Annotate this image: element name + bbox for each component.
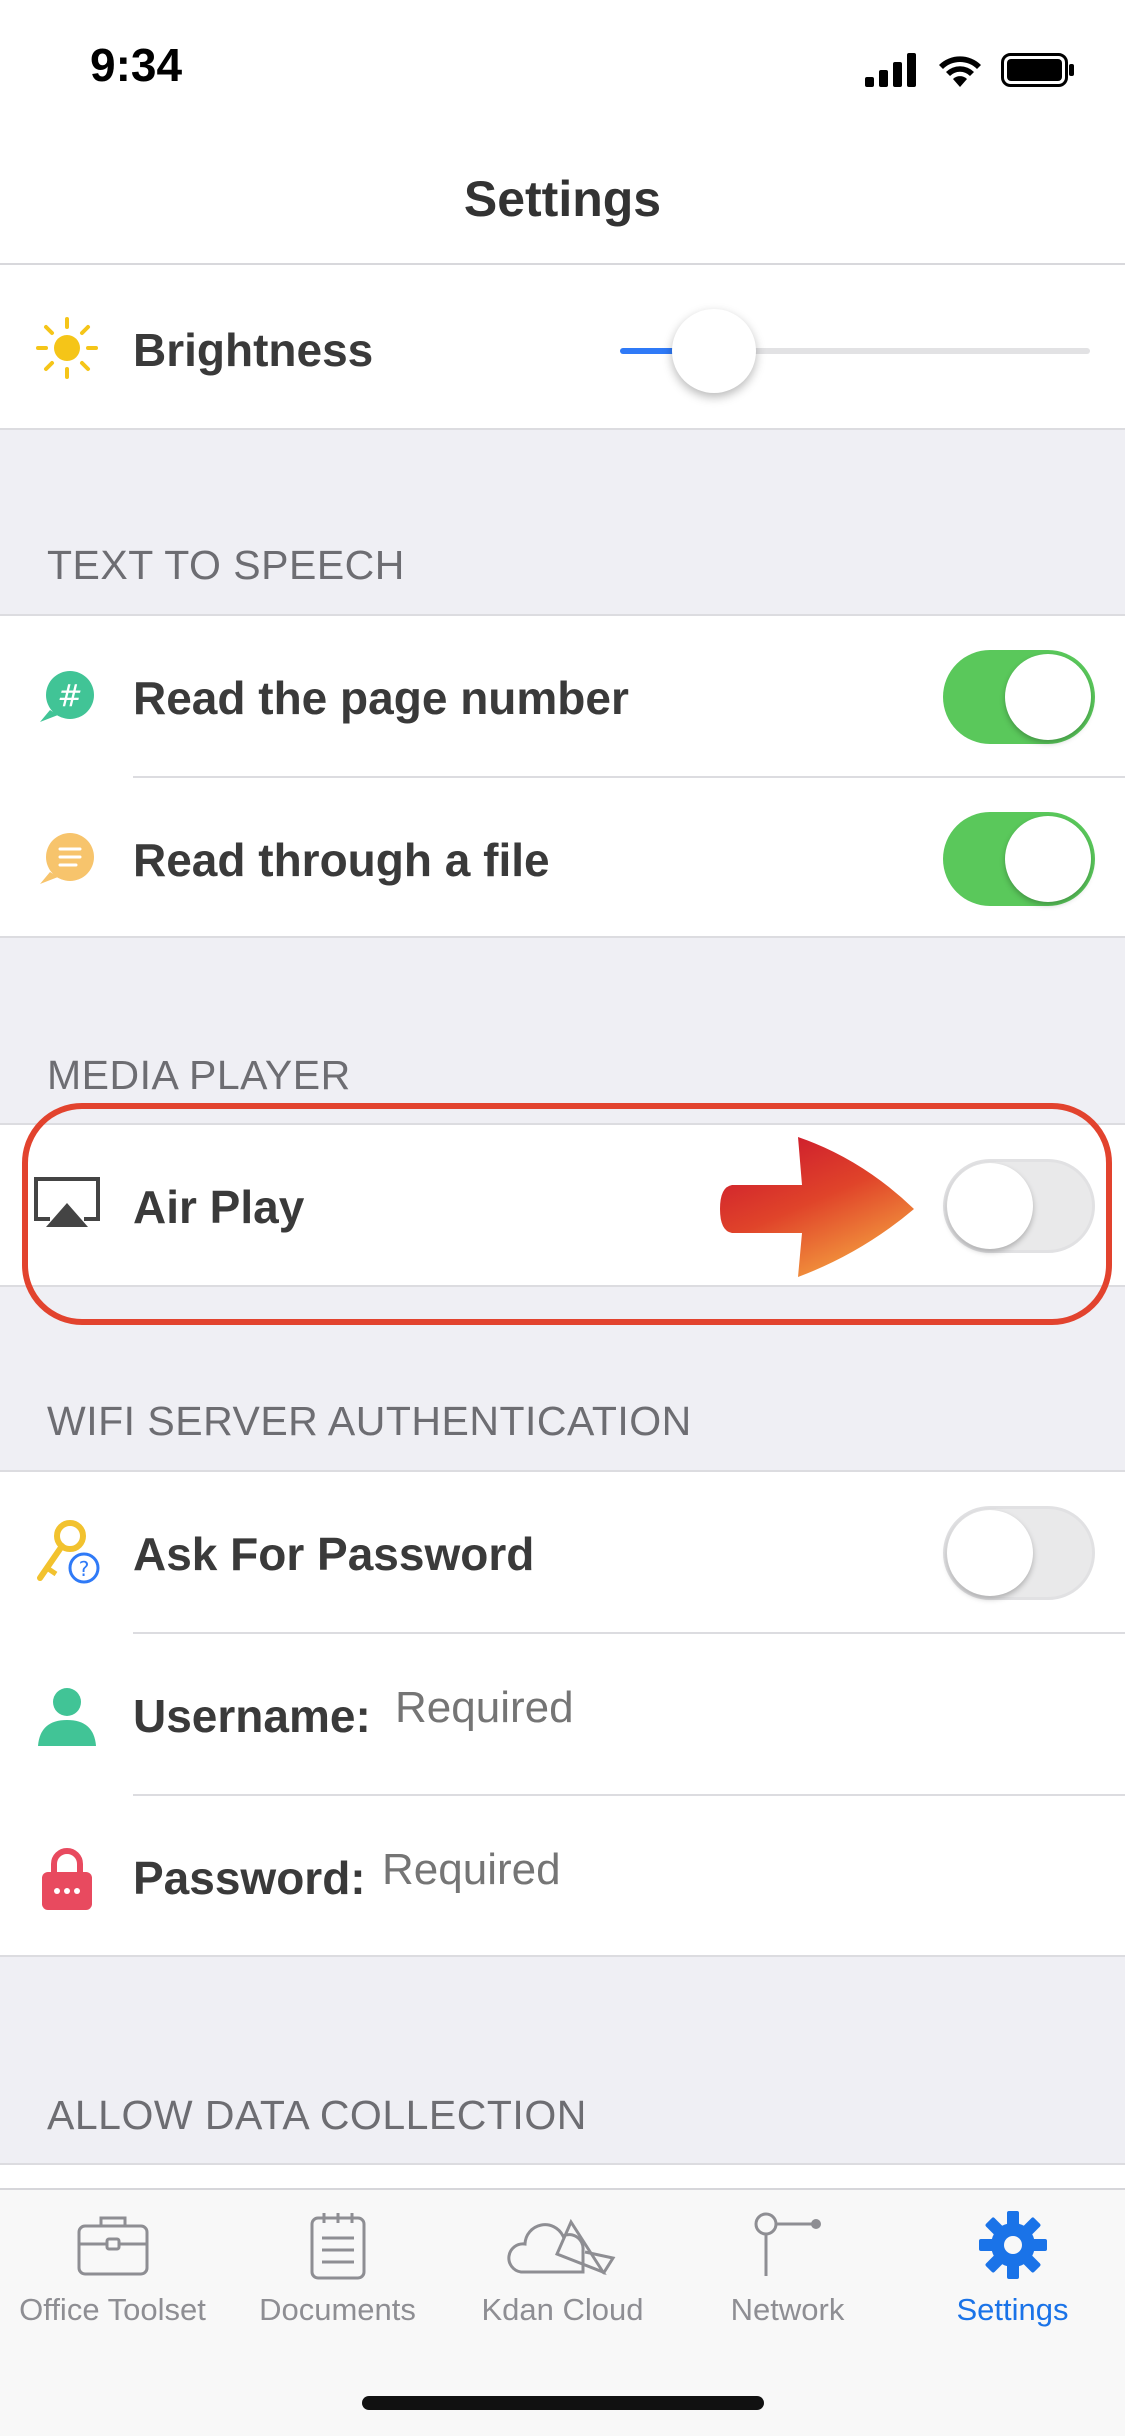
brightness-slider[interactable]: [620, 309, 1090, 393]
gear-icon: [978, 2211, 1047, 2279]
read-page-number-label: Read the page number: [133, 672, 629, 724]
toggle-knob: [947, 1510, 1033, 1596]
brightness-label: Brightness: [133, 324, 374, 376]
battery-icon: [1001, 53, 1074, 87]
toggle-knob: [1005, 654, 1091, 740]
password-row: Password:: [0, 1796, 1125, 1958]
password-label: Password:: [133, 1852, 366, 1904]
section-header-wifi-auth: WIFI SERVER AUTHENTICATION: [47, 1398, 692, 1444]
section-header-data-collection: ALLOW DATA COLLECTION: [47, 2092, 587, 2138]
tab-documents[interactable]: Documents: [225, 2210, 450, 2360]
highlight-outline: [22, 1103, 1112, 1325]
username-field[interactable]: [395, 1678, 895, 1738]
toggle-knob: [1005, 816, 1091, 902]
signal-icon: [865, 53, 916, 87]
section-header-media-player: MEDIA PLAYER: [47, 1052, 351, 1098]
status-time: 9:34: [90, 39, 183, 91]
tab-label: Office Toolset: [19, 2292, 206, 2327]
network-icon: [754, 2212, 821, 2276]
cloud-icon: [506, 2218, 615, 2276]
navigation-bar: Settings: [0, 140, 1125, 265]
lock-icon: [42, 1848, 92, 1910]
status-icons: [865, 50, 1075, 90]
wifi-auth-group: ? Ask For Password Username: Password:: [0, 1470, 1125, 1957]
section-header-text-to-speech: TEXT TO SPEECH: [47, 542, 405, 588]
page-title: Settings: [463, 171, 662, 227]
pointer-arrow-icon: [720, 1137, 914, 1277]
wifi-icon: [939, 56, 981, 87]
tab-label: Settings: [956, 2292, 1069, 2327]
svg-text:?: ?: [79, 1557, 90, 1581]
tab-label: Documents: [259, 2292, 416, 2327]
read-through-file-toggle[interactable]: [943, 812, 1095, 906]
sun-icon: [36, 317, 98, 379]
lines-bubble-icon: [40, 833, 94, 884]
user-icon: [38, 1688, 96, 1746]
tab-label: Kdan Cloud: [481, 2292, 644, 2327]
tab-settings[interactable]: Settings: [900, 2210, 1125, 2360]
home-indicator: [362, 2396, 764, 2410]
text-to-speech-group: # Read the page number Read through a fi…: [0, 614, 1125, 938]
read-through-file-label: Read through a file: [133, 834, 550, 886]
tab-label: Network: [730, 2292, 845, 2327]
brightness-row: Brightness: [0, 265, 1125, 427]
ask-password-label: Ask For Password: [133, 1528, 535, 1580]
read-through-file-row[interactable]: Read through a file: [0, 778, 1125, 940]
username-label: Username:: [133, 1690, 371, 1742]
key-question-icon: ?: [37, 1520, 100, 1584]
read-page-number-row[interactable]: # Read the page number: [0, 616, 1125, 778]
tab-network[interactable]: Network: [675, 2210, 900, 2360]
ask-password-row[interactable]: ? Ask For Password: [0, 1472, 1125, 1634]
status-bar: 9:34: [0, 0, 1125, 140]
ask-password-toggle[interactable]: [943, 1506, 1095, 1600]
notepad-icon: [310, 2213, 365, 2280]
brightness-slider-thumb[interactable]: [672, 309, 756, 393]
username-row: Username:: [0, 1634, 1125, 1796]
password-field[interactable]: [382, 1840, 882, 1900]
svg-text:#: #: [57, 679, 82, 714]
hash-bubble-icon: #: [40, 671, 94, 722]
tab-office-toolset[interactable]: Office Toolset: [0, 2210, 225, 2360]
read-page-number-toggle[interactable]: [943, 650, 1095, 744]
tab-kdan-cloud[interactable]: Kdan Cloud: [450, 2210, 675, 2360]
briefcase-icon: [77, 2216, 148, 2276]
